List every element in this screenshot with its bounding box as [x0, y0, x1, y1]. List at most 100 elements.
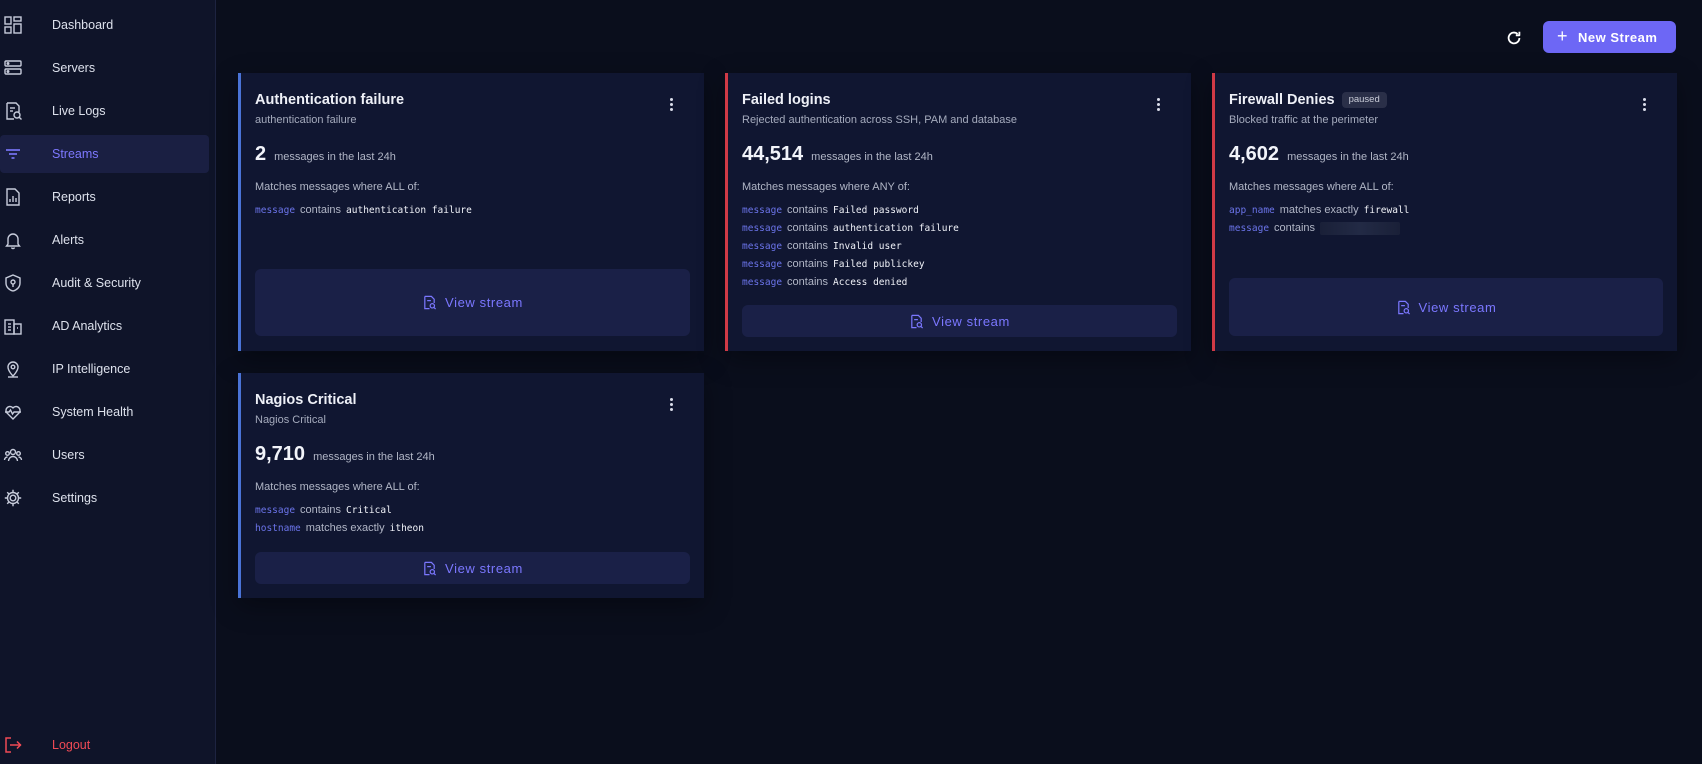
- server-icon: [3, 58, 23, 78]
- rule-field: message: [742, 204, 783, 216]
- view-stream-icon: [424, 561, 437, 575]
- message-count-row: 44,514 messages in the last 24h: [742, 143, 933, 166]
- building-icon: [3, 316, 23, 336]
- message-count-row: 4,602 messages in the last 24h: [1229, 143, 1409, 166]
- rule-value: Failed publickey: [833, 258, 925, 270]
- logout-label: Logout: [52, 738, 91, 752]
- kebab-menu-icon[interactable]: [1150, 95, 1166, 113]
- refresh-button[interactable]: [1503, 27, 1525, 49]
- stream-title-text: Firewall Denies: [1229, 92, 1335, 108]
- view-stream-label: View stream: [445, 560, 523, 576]
- rule-operator: matches exactly: [305, 522, 385, 534]
- rule-value: Access denied: [833, 276, 908, 288]
- sidebar-item-label: Settings: [52, 491, 98, 505]
- gear-icon: [3, 488, 23, 508]
- rule-operator: contains: [787, 204, 829, 216]
- sidebar-item-audit-security[interactable]: Audit & Security: [0, 264, 209, 302]
- rule-row: message contains authentication failure: [742, 219, 959, 237]
- kebab-menu-icon[interactable]: [663, 395, 679, 413]
- sidebar-item-streams[interactable]: Streams: [0, 135, 209, 173]
- new-stream-label: New Stream: [1578, 30, 1658, 45]
- match-header: Matches messages where ALL of:: [255, 481, 420, 493]
- sidebar-item-label: AD Analytics: [52, 319, 123, 333]
- redacted-value: [1320, 221, 1401, 235]
- status-badge: paused: [1341, 92, 1387, 108]
- rule-list: message contains Failed password message…: [742, 201, 959, 291]
- match-header: Matches messages where ALL of:: [1229, 181, 1394, 193]
- sidebar-item-users[interactable]: Users: [0, 436, 209, 474]
- rule-row: hostname matches exactly itheon: [255, 519, 424, 537]
- map-pin-icon: [3, 359, 23, 379]
- sidebar-item-label: System Health: [52, 405, 134, 419]
- sidebar-item-system-health[interactable]: System Health: [0, 393, 209, 431]
- stream-subtitle: Nagios Critical: [255, 414, 326, 426]
- rule-list: message contains Critical hostname match…: [255, 501, 424, 537]
- view-stream-icon: [1397, 300, 1410, 314]
- sidebar-item-live-logs[interactable]: Live Logs: [0, 92, 209, 130]
- message-count-suffix: messages in the last 24h: [1287, 151, 1409, 163]
- kebab-menu-icon[interactable]: [663, 95, 679, 113]
- rule-row: message contains Access denied: [742, 273, 959, 291]
- new-stream-button[interactable]: + New Stream: [1543, 21, 1676, 53]
- rule-list: message contains authentication failure: [255, 201, 472, 219]
- rule-field: message: [742, 222, 783, 234]
- rule-operator: contains: [787, 222, 829, 234]
- shield-icon: [3, 273, 23, 293]
- sidebar-item-label: Servers: [52, 61, 96, 75]
- message-count-suffix: messages in the last 24h: [313, 451, 435, 463]
- match-header: Matches messages where ANY of:: [742, 181, 910, 193]
- stream-subtitle: Rejected authentication across SSH, PAM …: [742, 114, 1017, 126]
- logout-button[interactable]: Logout: [0, 726, 209, 764]
- rule-operator: contains: [787, 258, 829, 270]
- rule-value: firewall: [1363, 204, 1410, 216]
- view-stream-button[interactable]: View stream: [1229, 278, 1663, 336]
- refresh-icon: [1505, 29, 1523, 47]
- sidebar: Dashboard Servers Live Logs Streams Repo…: [0, 0, 216, 764]
- rule-value: itheon: [389, 522, 424, 534]
- sidebar-item-ad-analytics[interactable]: AD Analytics: [0, 307, 209, 345]
- logout-icon: [3, 735, 23, 755]
- sidebar-item-label: Streams: [52, 147, 99, 161]
- rule-operator: contains: [787, 240, 829, 252]
- sidebar-item-alerts[interactable]: Alerts: [0, 221, 209, 259]
- kebab-menu-icon[interactable]: [1636, 95, 1652, 113]
- view-stream-button[interactable]: View stream: [255, 552, 690, 584]
- sidebar-item-label: Live Logs: [52, 104, 106, 118]
- stream-card-failed-logins: Failed logins Rejected authentication ac…: [725, 73, 1191, 351]
- sidebar-item-servers[interactable]: Servers: [0, 49, 209, 87]
- rule-operator: contains: [300, 504, 342, 516]
- rule-operator: matches exactly: [1279, 204, 1359, 216]
- message-count: 44,514: [742, 143, 804, 165]
- rule-field: message: [742, 240, 783, 252]
- rule-field: message: [742, 258, 783, 270]
- dashboard-icon: [3, 15, 23, 35]
- heartbeat-icon: [3, 402, 23, 422]
- rule-row: message contains Failed password: [742, 201, 959, 219]
- view-stream-button[interactable]: View stream: [255, 269, 690, 336]
- rule-row: message contains Invalid user: [742, 237, 959, 255]
- view-stream-label: View stream: [445, 295, 523, 310]
- rule-value: authentication failure: [346, 204, 472, 216]
- message-count-suffix: messages in the last 24h: [274, 151, 396, 163]
- sidebar-item-label: Audit & Security: [52, 276, 141, 290]
- stream-title: Authentication failure: [255, 92, 405, 108]
- sidebar-item-reports[interactable]: Reports: [0, 178, 209, 216]
- sidebar-item-label: Reports: [52, 190, 96, 204]
- rule-field: app_name: [1229, 204, 1275, 216]
- stream-card-firewall-denies: Firewall Denies paused Blocked traffic at…: [1212, 73, 1677, 351]
- rule-field: message: [742, 276, 783, 288]
- rule-value: Failed password: [833, 204, 919, 216]
- message-count-suffix: messages in the last 24h: [811, 151, 933, 163]
- stream-card-authentication-failure: Authentication failure authentication fa…: [238, 73, 704, 351]
- stream-subtitle: Blocked traffic at the perimeter: [1229, 114, 1378, 126]
- sidebar-item-settings[interactable]: Settings: [0, 479, 209, 517]
- rule-field: message: [255, 504, 296, 516]
- sidebar-item-ip-intelligence[interactable]: IP Intelligence: [0, 350, 209, 388]
- view-stream-button[interactable]: View stream: [742, 305, 1177, 337]
- rule-row: message contains: [1229, 219, 1409, 237]
- message-count-row: 9,710 messages in the last 24h: [255, 443, 435, 466]
- sidebar-item-dashboard[interactable]: Dashboard: [0, 6, 209, 44]
- rule-operator: contains: [1274, 222, 1316, 234]
- view-stream-label: View stream: [1418, 299, 1497, 315]
- bell-icon: [3, 230, 23, 250]
